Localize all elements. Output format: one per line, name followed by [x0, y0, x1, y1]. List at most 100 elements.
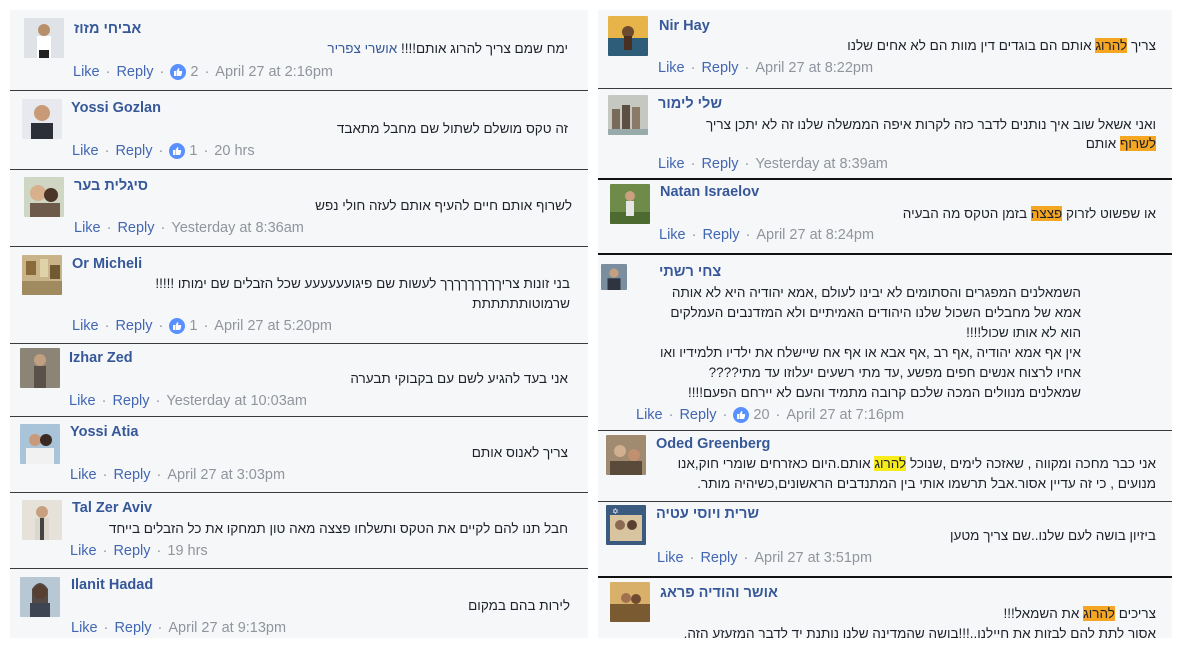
commenter-name[interactable]: Or Micheli [72, 256, 142, 272]
reply-link[interactable]: Reply [116, 64, 153, 80]
reply-link[interactable]: Reply [113, 543, 150, 559]
reply-link[interactable]: Reply [702, 227, 739, 243]
comment-item: Tal Zer Aviv חבל תנו להם לקיים את הטקס ו… [10, 493, 588, 568]
highlighted-word: להרוג [1083, 606, 1115, 621]
commenter-name[interactable]: סיגלית בער [74, 178, 148, 194]
timestamp[interactable]: April 27 at 2:16pm [215, 64, 333, 80]
avatar[interactable] [610, 184, 650, 224]
commenter-name[interactable]: Izhar Zed [69, 350, 133, 366]
comment-item: Yossi Gozlan זה טקס מושלם לשתול שם מחבל … [10, 91, 588, 169]
timestamp[interactable]: April 27 at 9:13pm [168, 620, 286, 636]
like-link[interactable]: Like [73, 64, 100, 80]
avatar[interactable] [20, 348, 60, 388]
like-link[interactable]: Like [636, 407, 663, 423]
reaction-count[interactable]: 20 [733, 407, 770, 423]
reply-link[interactable]: Reply [117, 220, 154, 236]
timestamp[interactable]: Yesterday at 8:39am [755, 156, 887, 172]
reply-link[interactable]: Reply [112, 393, 149, 409]
thumbs-up-icon [733, 407, 750, 423]
avatar[interactable] [22, 500, 62, 540]
like-link[interactable]: Like [70, 467, 97, 483]
reply-link[interactable]: Reply [113, 467, 150, 483]
commenter-name[interactable]: Oded Greenberg [656, 436, 770, 452]
commenter-name[interactable]: צחי רשתי [659, 264, 721, 280]
commenter-name[interactable]: Nir Hay [659, 18, 710, 34]
comment-text: ואני אשאל שוב איך נותנים לדבר כזה לקרות … [705, 117, 1156, 132]
reply-link[interactable]: Reply [679, 407, 716, 423]
reply-link[interactable]: Reply [115, 143, 152, 159]
reply-link[interactable]: Reply [701, 60, 738, 76]
like-link[interactable]: Like [74, 220, 101, 236]
commenter-name[interactable]: Natan Israelov [660, 184, 759, 200]
avatar[interactable] [24, 177, 64, 217]
thumbs-up-icon [169, 318, 186, 334]
like-link[interactable]: Like [659, 227, 686, 243]
avatar[interactable] [20, 577, 60, 617]
avatar[interactable] [22, 255, 62, 295]
comment-item: Or Micheli בני זונות צריךךךךךךךךך לעשות … [10, 247, 588, 343]
commenter-name[interactable]: שרית ויוסי עטיה [656, 506, 759, 522]
svg-text:✡: ✡ [612, 507, 619, 516]
comment-text: אני בעד להגיע לשם עם בקבוקי תבערה [350, 371, 568, 386]
like-link[interactable]: Like [69, 393, 96, 409]
timestamp[interactable]: April 27 at 8:22pm [755, 60, 873, 76]
like-link[interactable]: Like [72, 143, 99, 159]
comment-item: שלי לימור ואני אשאל שוב איך נותנים לדבר … [598, 89, 1172, 178]
timestamp[interactable]: 20 hrs [214, 143, 254, 159]
comment-actions: Like · Reply · 1 · April 27 at 5:20pm [72, 318, 332, 334]
comment-text-line: לשרוף אותם [1085, 136, 1156, 151]
timestamp[interactable]: April 27 at 8:24pm [756, 227, 874, 243]
comment-item: אושר והודיה פראג צריכים להרוג את השמאל!!… [598, 578, 1172, 638]
avatar[interactable]: ✡ [606, 505, 646, 545]
timestamp[interactable]: 19 hrs [167, 543, 207, 559]
timestamp[interactable]: April 27 at 5:20pm [214, 318, 332, 334]
reply-link[interactable]: Reply [701, 156, 738, 172]
reaction-count[interactable]: 2 [170, 64, 198, 80]
comment-text-line: שמאלנים מנוולים המכה שלכם קרובה מתמיד וה… [688, 385, 1081, 400]
highlighted-word: פצצה [1030, 206, 1063, 221]
commenter-name[interactable]: שלי לימור [658, 96, 722, 112]
reaction-count[interactable]: 1 [169, 318, 197, 334]
comment-text: זה טקס מושלם לשתול שם מחבל מתאבד [336, 121, 568, 136]
comment-actions: Like · Reply · 20 · April 27 at 7:16pm [636, 407, 905, 423]
reply-link[interactable]: Reply [700, 550, 737, 566]
commenter-name[interactable]: אושר והודיה פראג [660, 585, 778, 601]
comment-text: או שפשוט לזרוק פצצה בזמן הטקס מה הבעיה [902, 206, 1156, 221]
avatar[interactable] [608, 95, 648, 135]
commenter-name[interactable]: Yossi Atia [70, 424, 139, 440]
like-link[interactable]: Like [70, 543, 97, 559]
reply-link[interactable]: Reply [115, 318, 152, 334]
timestamp[interactable]: Yesterday at 10:03am [166, 393, 307, 409]
reply-link[interactable]: Reply [114, 620, 151, 636]
comment-actions: Like · Reply · April 27 at 8:24pm [659, 227, 875, 243]
comment-text-line: הוא לא אותו שכול!!!! [966, 325, 1081, 340]
like-link[interactable]: Like [71, 620, 98, 636]
tagged-user[interactable]: אושרי צפריר [327, 41, 397, 56]
timestamp[interactable]: April 27 at 3:03pm [167, 467, 285, 483]
avatar[interactable] [22, 99, 62, 139]
avatar[interactable] [606, 435, 646, 475]
like-link[interactable]: Like [658, 60, 685, 76]
highlighted-word: להרוג [874, 456, 907, 471]
comment-actions: Like · Reply · 1 · 20 hrs [72, 143, 255, 159]
avatar[interactable] [24, 18, 64, 58]
commenter-name[interactable]: Tal Zer Aviv [72, 500, 152, 516]
commenter-name[interactable]: Ilanit Hadad [71, 577, 153, 593]
reaction-count[interactable]: 1 [169, 143, 197, 159]
like-link[interactable]: Like [657, 550, 684, 566]
timestamp[interactable]: April 27 at 7:16pm [786, 407, 904, 423]
avatar[interactable] [601, 264, 627, 290]
commenter-name[interactable]: אביחי מזוז [74, 21, 141, 37]
left-comments-column: אביחי מזוז ימח שמם צריך להרוג אותם!!!! א… [10, 10, 588, 638]
avatar[interactable] [610, 582, 650, 622]
avatar[interactable] [608, 16, 648, 56]
thumbs-up-icon [169, 143, 186, 159]
comment-item: אביחי מזוז ימח שמם צריך להרוג אותם!!!! א… [10, 10, 588, 90]
avatar[interactable] [20, 424, 60, 464]
like-link[interactable]: Like [658, 156, 685, 172]
timestamp[interactable]: April 27 at 3:51pm [754, 550, 872, 566]
commenter-name[interactable]: Yossi Gozlan [71, 100, 161, 116]
like-link[interactable]: Like [72, 318, 99, 334]
comment-text-line: אין אף אמא יהודיה ,אף רב ,אף אבא או אף א… [659, 345, 1081, 360]
timestamp[interactable]: Yesterday at 8:36am [171, 220, 303, 236]
